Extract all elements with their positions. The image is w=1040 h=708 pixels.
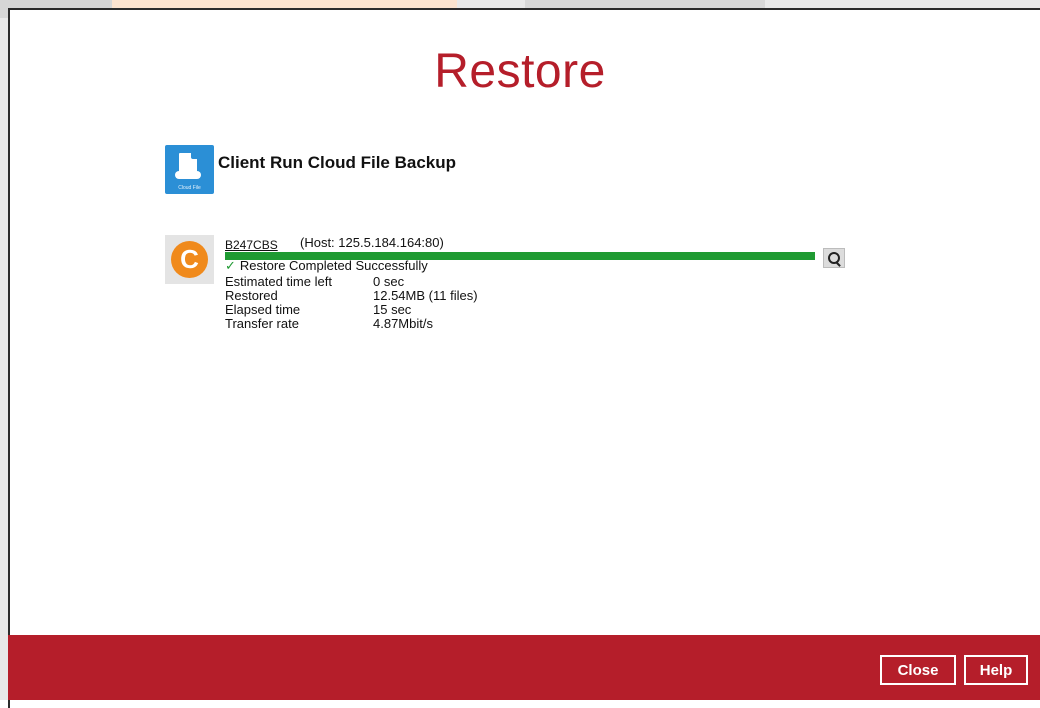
page-title: Restore <box>434 45 606 98</box>
stat-label: Restored <box>225 288 278 303</box>
stat-label: Transfer rate <box>225 316 299 331</box>
check-icon: ✓ <box>225 258 236 273</box>
stat-row: Transfer rate 4.87Mbit/s <box>225 317 478 331</box>
view-details-button[interactable] <box>823 248 845 268</box>
stat-row: Restored 12.54MB (11 files) <box>225 289 478 303</box>
stat-row: Estimated time left 0 sec <box>225 275 478 289</box>
stat-value: 15 sec <box>373 302 412 317</box>
destination-host: (Host: 125.5.184.164:80) <box>300 235 444 250</box>
cbs-logo-icon: C <box>165 235 214 284</box>
restore-status-text: Restore Completed Successfully <box>239 258 428 273</box>
close-button[interactable]: Close <box>880 655 956 685</box>
stat-row: Elapsed time 15 sec <box>225 303 478 317</box>
help-button[interactable]: Help <box>964 655 1028 685</box>
stat-value: 12.54MB (11 files) <box>373 288 478 303</box>
restore-stats: Estimated time left 0 sec Restored 12.54… <box>225 275 478 331</box>
cloud-file-icon-caption: Cloud File <box>178 185 201 191</box>
cbs-logo-letter: C <box>171 241 208 278</box>
restore-dialog <box>8 8 1040 708</box>
stat-value: 4.87Mbit/s <box>373 316 433 331</box>
stat-value: 0 sec <box>373 274 405 289</box>
backup-set-name: Client Run Cloud File Backup <box>218 153 457 172</box>
stat-label: Elapsed time <box>225 302 301 317</box>
cloud-shape <box>175 171 201 179</box>
restore-status: ✓ Restore Completed Successfully <box>225 258 428 274</box>
background-window-edge <box>0 18 8 700</box>
stat-label: Estimated time left <box>225 274 332 289</box>
destination-name: B247CBS <box>225 238 278 252</box>
magnifier-handle <box>835 261 841 267</box>
cloud-file-icon: Cloud File <box>165 145 214 194</box>
